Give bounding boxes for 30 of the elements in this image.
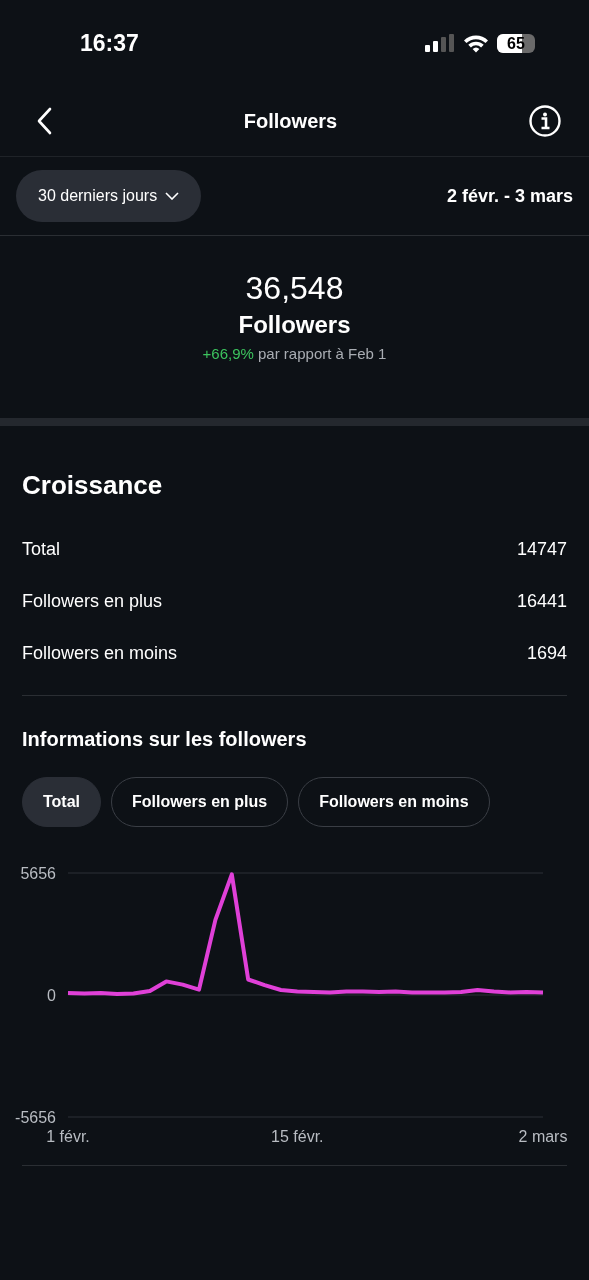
section-title: Informations sur les followers (22, 728, 308, 751)
stat-value: 1694 (526, 642, 567, 664)
follower-label: Followers (238, 311, 351, 339)
page-title: Followers (243, 109, 338, 133)
caret-icon (165, 192, 180, 200)
filter-chip[interactable]: Followers en plus (111, 777, 289, 827)
back-icon[interactable] (36, 107, 52, 135)
wifi-icon (463, 33, 489, 53)
stat-value: 16441 (516, 590, 567, 612)
axis-label: -5656 (15, 1109, 56, 1126)
follower-count: 36,548 (245, 270, 344, 307)
axis-label: 2 mars (518, 1128, 568, 1145)
filter-chip[interactable]: Followers en moins (298, 777, 490, 827)
date-range: 2 févr. - 3 mars (446, 185, 573, 207)
stat-label: Followers en plus (22, 590, 163, 612)
info-icon[interactable] (529, 105, 561, 137)
signal-icon (425, 34, 455, 52)
axis-label: 5656 (20, 865, 56, 882)
comparison-text: par rapport à Feb 1 (258, 345, 387, 362)
change-percent: +66,9% (202, 345, 254, 362)
period-dropdown[interactable]: 30 derniers jours (16, 170, 202, 222)
axis-label: 1 févr. (46, 1128, 90, 1145)
axis-label: 0 (47, 987, 56, 1004)
status-time: 16:37 (80, 29, 139, 57)
stat-label: Followers en moins (22, 642, 178, 664)
stat-label: Total (22, 538, 61, 560)
section-title: Croissance (22, 470, 164, 501)
axis-label: 15 févr. (271, 1128, 324, 1145)
filter-chip[interactable]: Total (22, 777, 102, 827)
stat-value: 14747 (516, 538, 567, 560)
